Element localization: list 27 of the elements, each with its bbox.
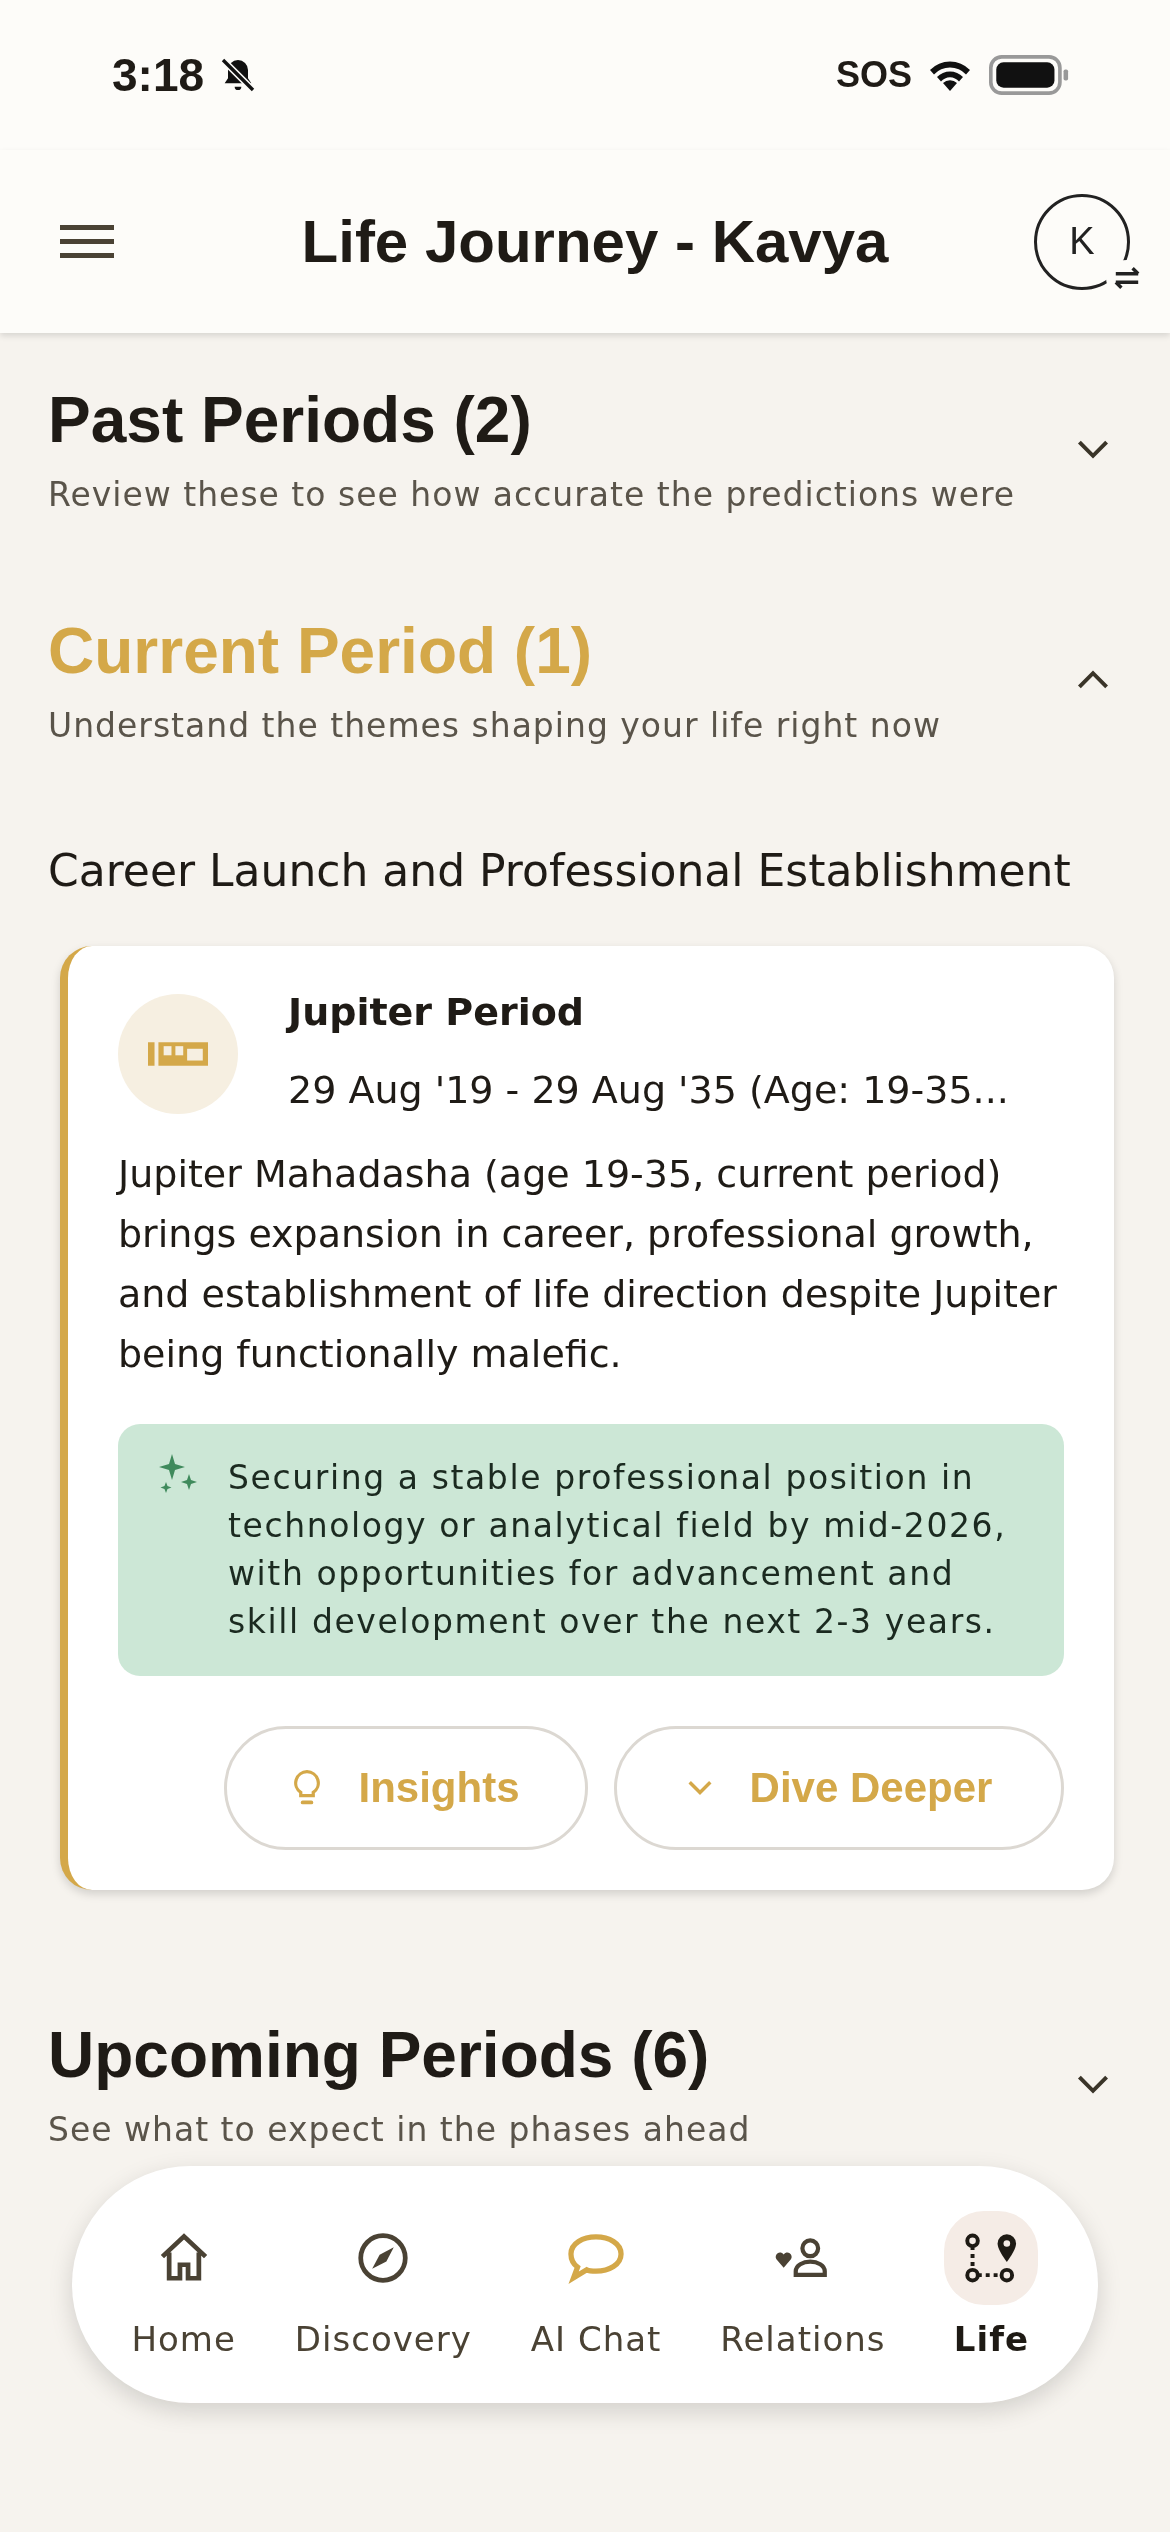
battery-icon: [988, 55, 1070, 95]
theme-heading: Career Launch and Professional Establishment: [48, 845, 1072, 896]
period-description: Jupiter Mahadasha (age 19-35, current period) brings expansion in career, professional growth, and establishment of life direction despite Jupiter being functionally malefic.: [118, 1151, 1058, 1378]
menu-button[interactable]: [60, 223, 116, 260]
status-time: 3:18: [112, 48, 205, 102]
section-title: Past Periods (2): [48, 383, 533, 457]
section-title: Current Period (1): [48, 614, 594, 688]
nav-tab[interactable]: AI Chat: [530, 2210, 662, 2359]
prediction-text: Securing a stable professional position in technology or analytical field by mid-2026, with opportunities for advancement and skill development over the next 2-3 years.: [228, 1457, 1008, 1643]
carrier-text: SOS: [835, 54, 912, 96]
lightbulb-icon: [292, 1769, 323, 1807]
section-header[interactable]: Past Periods (2) Review these to see how accurate the predictions were: [48, 383, 1122, 514]
period-title: Jupiter Period: [288, 990, 586, 1034]
nav-tab[interactable]: Discovery: [294, 2210, 472, 2359]
section-subtitle: See what to expect in the phases ahead: [48, 2110, 751, 2149]
period-dates: 29 Aug '19 - 29 Aug '35 (Age: 19-35...: [288, 1068, 1009, 1112]
chevron-icon[interactable]: [1076, 668, 1110, 691]
sparkles-icon: [158, 1454, 198, 1494]
nav-tab[interactable]: Relations: [720, 2210, 886, 2359]
section-subtitle: Review these to see how accurate the predictions were: [48, 475, 1016, 514]
section-title: Upcoming Periods (6): [48, 2018, 711, 2092]
section-header[interactable]: Current Period (1) Understand the themes shaping your life right now: [48, 614, 1122, 745]
nav-tab[interactable]: Home: [131, 2210, 236, 2359]
page-title: Life Journey - Kavya: [301, 207, 889, 276]
section-subtitle: Understand the themes shaping your life right now: [48, 706, 941, 745]
section-header[interactable]: Upcoming Periods (6) See what to expect in the phases ahead: [48, 2018, 1122, 2149]
menu-icon: [60, 224, 114, 259]
